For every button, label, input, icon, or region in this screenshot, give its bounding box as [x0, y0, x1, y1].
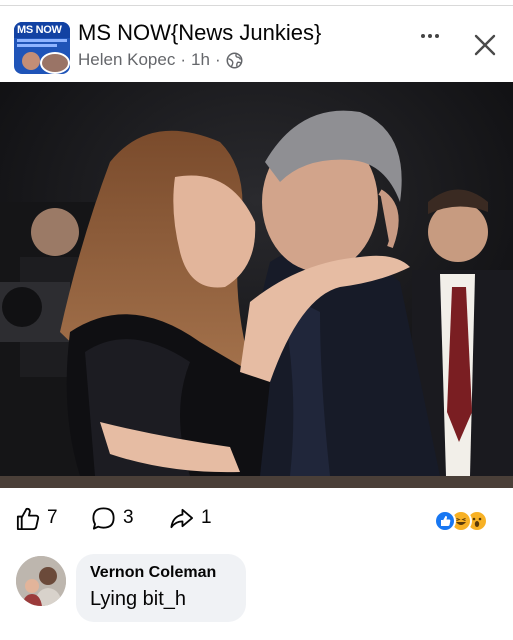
more-horizontal-icon — [421, 34, 425, 38]
post-meta: Helen Kopec · 1h · — [78, 50, 243, 70]
post-timestamp[interactable]: 1h — [191, 50, 210, 70]
meta-separator: · — [180, 50, 187, 69]
share-button[interactable]: 1 — [168, 504, 212, 532]
share-arrow-icon — [170, 508, 194, 528]
comment-button[interactable]: 3 — [90, 504, 134, 532]
group-avatar-logo-text: MS NOW — [17, 24, 62, 36]
author-avatar-badge[interactable] — [40, 52, 70, 74]
share-count: 1 — [201, 507, 212, 528]
group-avatar-line — [17, 39, 67, 42]
more-horizontal-icon — [428, 34, 432, 38]
reactions-summary[interactable] — [434, 510, 502, 534]
group-name-link[interactable]: MS NOW{News Junkies} — [78, 20, 321, 46]
more-options-button[interactable] — [416, 24, 444, 48]
close-button[interactable] — [472, 32, 498, 58]
group-avatar[interactable]: MS NOW — [14, 22, 70, 74]
like-count: 7 — [47, 507, 58, 528]
meta-separator: · — [214, 50, 221, 69]
group-avatar-line — [17, 44, 57, 47]
close-icon — [474, 34, 496, 56]
comment-bubble[interactable]: Vernon Coleman Lying bit_h — [76, 554, 246, 622]
commenter-name-link[interactable]: Vernon Coleman — [90, 564, 232, 582]
comment-count: 3 — [123, 507, 134, 528]
author-name-link[interactable]: Helen Kopec — [78, 50, 175, 70]
comment-item: Vernon Coleman Lying bit_h — [0, 548, 513, 640]
commenter-avatar[interactable] — [16, 556, 66, 606]
post-header: MS NOW MS NOW{News Junkies} Helen Kopec … — [0, 8, 513, 80]
more-horizontal-icon — [435, 34, 439, 38]
comment-text: Lying bit_h — [90, 588, 186, 610]
post-photo[interactable] — [0, 82, 513, 476]
thumbs-up-icon — [16, 507, 40, 530]
comment-bubble-icon — [92, 506, 115, 530]
photo-caption-strip — [0, 476, 513, 488]
like-reaction-icon — [434, 510, 456, 532]
top-divider — [0, 0, 513, 6]
post-photo-illustration — [0, 82, 513, 476]
like-button[interactable]: 7 — [14, 504, 58, 532]
globe-icon — [226, 52, 243, 69]
group-avatar-face — [22, 52, 40, 70]
